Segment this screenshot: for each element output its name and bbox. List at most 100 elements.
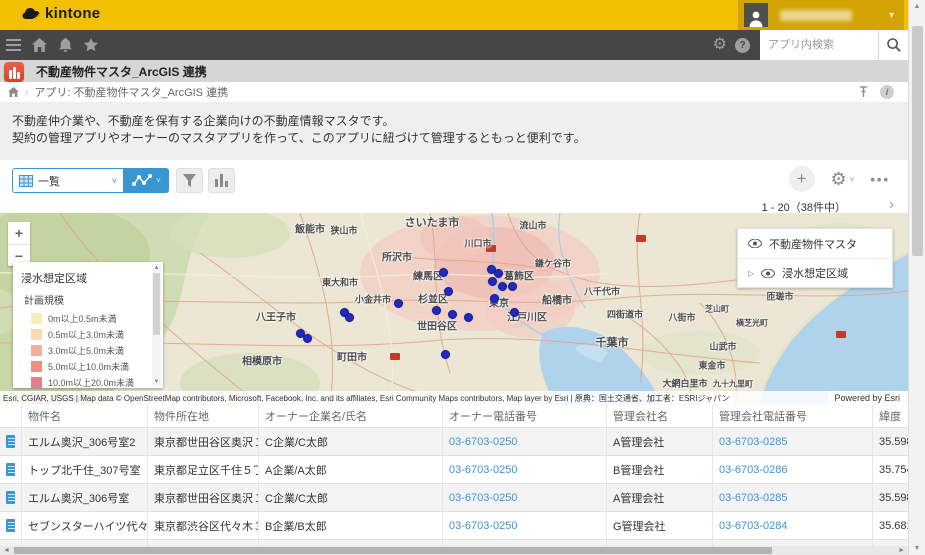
scroll-down-icon[interactable]: ▼ [152,379,161,385]
hamburger-menu-icon[interactable] [0,30,26,60]
search-input[interactable] [760,30,878,60]
info-icon[interactable]: i [880,85,894,99]
notifications-bell-icon[interactable] [52,30,78,60]
phone-link[interactable]: 03-6703-0250 [443,456,607,484]
map-layers-panel: 不動産物件マスタ▷浸水想定区域 [737,228,893,288]
property-marker[interactable] [498,282,507,291]
table-cell: A管理会社 [607,484,713,512]
hscroll-thumb[interactable] [14,547,772,554]
next-page-button[interactable]: › [889,196,894,213]
legend-label: 0m以上0.5m未満 [48,312,117,325]
table-cell: G管理会社 [607,512,713,540]
legend-swatch [31,361,42,372]
property-marker[interactable] [510,308,519,317]
phone-link[interactable]: 03-6703-0285 [713,484,873,512]
record-table: 物件名物件所在地オーナー企業名/氏名オーナー電話番号管理会社名管理会社電話番号緯… [0,405,908,555]
record-detail-icon[interactable] [6,435,15,448]
vertical-scrollbar[interactable]: ▲ ▼ [908,0,925,555]
home-icon[interactable] [26,30,52,60]
phone-link[interactable]: 03-6703-0286 [713,456,873,484]
settings-gear-icon[interactable]: ⚙ [713,37,727,53]
column-header[interactable]: 管理会社名 [607,405,713,428]
pagination: 1 - 20（38件中） › [0,198,908,213]
phone-link[interactable]: 03-6703-0284 [713,512,873,540]
legend-item: 3.0m以上5.0m未満 [31,344,149,357]
app-header: 不動産物件マスタ_ArcGIS 連携 [0,60,908,82]
view-selector-dropdown[interactable]: 一覧 ˅ [12,168,124,193]
breadcrumb-home-icon[interactable] [8,87,19,97]
expand-triangle-icon[interactable]: ▷ [748,269,754,278]
breadcrumb[interactable]: アプリ: 不動産物件マスタ_ArcGIS 連携 [34,84,228,100]
phone-link[interactable]: 03-6703-0250 [443,512,607,540]
table-cell: 東京都世田谷区奥沢１-４-２ [148,484,259,512]
app-title: 不動産物件マスタ_ArcGIS 連携 [36,60,207,82]
record-detail-icon[interactable] [6,491,15,504]
table-cell: C企業/C太郎 [259,484,443,512]
horizontal-scrollbar[interactable]: ◄ ► [0,546,908,555]
user-menu[interactable]: ▼ [738,0,904,30]
legend-item: 0.5m以上3.0m未満 [31,328,149,341]
column-header[interactable]: オーナー電話番号 [443,405,607,428]
chart-button[interactable] [208,168,235,193]
property-marker[interactable] [448,310,457,319]
phone-link[interactable]: 03-6703-0285 [713,428,873,456]
property-marker[interactable] [488,277,497,286]
column-header[interactable]: 物件所在地 [148,405,259,428]
current-view-name: 一覧 [38,173,60,189]
graph-nodes-icon [132,173,152,188]
property-marker[interactable] [494,269,503,278]
filter-button[interactable] [176,168,203,193]
add-record-button[interactable]: + [789,166,815,192]
kintone-page: kintone ▼ ⚙ ? [0,0,908,555]
legend-label: 3.0m以上5.0m未満 [48,344,124,357]
scroll-down-icon[interactable]: ▼ [909,545,925,552]
app-description: 不動産仲介業や、不動産を保有する企業向けの不動産情報マスタです。 契約の管理アプ… [0,103,908,160]
scroll-left-icon[interactable]: ◄ [3,546,10,555]
zoom-in-button[interactable]: + [8,222,30,244]
table-cell: 東京都世田谷区奥沢１-４-２ [148,428,259,456]
kintone-cloud-icon [22,7,40,20]
table-cell: 35.59856 [873,428,908,456]
layer-row[interactable]: ▷浸水想定区域 [738,258,892,287]
layer-row[interactable]: 不動産物件マスタ [738,229,892,258]
column-header[interactable]: 緯度 [873,405,908,428]
help-icon[interactable]: ? [735,38,750,53]
record-detail-icon[interactable] [6,463,15,476]
column-header[interactable]: 管理会社電話番号 [713,405,873,428]
scroll-up-icon[interactable]: ▲ [152,265,161,271]
property-marker[interactable] [432,306,441,315]
column-header[interactable]: 物件名 [22,405,148,428]
property-marker[interactable] [464,313,473,322]
visibility-eye-icon[interactable] [748,239,762,248]
kintone-logo[interactable]: kintone [22,5,100,22]
breadcrumb-bar: › アプリ: 不動産物件マスタ_ArcGIS 連携 i [0,82,908,103]
breadcrumb-separator: › [25,87,28,98]
scroll-up-icon[interactable]: ▲ [909,3,925,10]
record-detail-icon[interactable] [6,519,15,532]
favorites-star-icon[interactable] [78,30,104,60]
vscroll-thumb[interactable] [912,26,923,256]
property-marker[interactable] [508,282,517,291]
property-marker[interactable] [439,268,448,277]
map-view[interactable]: さいたま市流山市飯能市狭山市川口市所沢市鎌ケ谷市練馬区葛飾区東大和市八千代市匝瑳… [0,213,908,405]
graph-view-button[interactable]: ˅ [124,168,169,193]
phone-link[interactable]: 03-6703-0250 [443,428,607,456]
property-marker[interactable] [394,299,403,308]
column-header[interactable]: オーナー企業名/氏名 [259,405,443,428]
legend-swatch [31,329,42,340]
app-settings-button[interactable]: ⚙ ˅ [831,170,855,188]
pin-icon[interactable] [859,86,868,98]
table-cell: B管理会社 [607,456,713,484]
table-row: エルム奥沢_306号室2東京都世田谷区奥沢１-４-２C企業/C太郎03-6703… [0,428,908,456]
property-marker[interactable] [345,313,354,322]
property-marker[interactable] [303,334,312,343]
property-marker[interactable] [441,350,450,359]
property-marker[interactable] [444,287,453,296]
visibility-eye-icon[interactable] [761,269,775,278]
phone-link[interactable]: 03-6703-0250 [443,484,607,512]
property-marker[interactable] [490,294,499,303]
more-options-button[interactable]: ••• [870,172,890,187]
search-button[interactable] [878,30,908,60]
legend-scrollbar[interactable]: ▲ ▼ [152,264,161,386]
scroll-right-icon[interactable]: ► [898,546,905,555]
